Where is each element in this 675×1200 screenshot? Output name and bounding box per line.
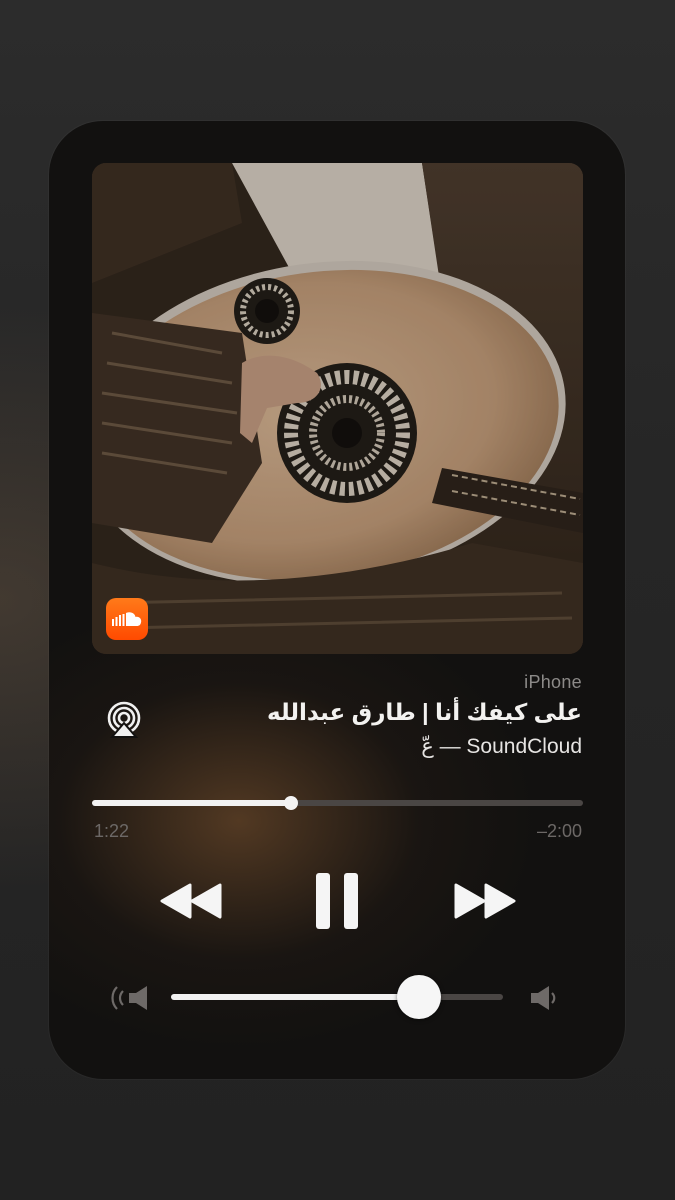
track-subtitle: عّ — SoundCloud xyxy=(421,735,582,758)
volume-slider[interactable] xyxy=(171,975,503,1019)
remaining-time: –2:00 xyxy=(536,821,582,841)
pause-button[interactable] xyxy=(307,871,367,931)
volume-fill xyxy=(171,994,419,1000)
rewind-icon xyxy=(160,883,222,919)
elapsed-time: 1:22 xyxy=(94,821,130,841)
fast-forward-button[interactable] xyxy=(449,871,519,931)
progress-fill xyxy=(92,800,292,806)
track-title: على كيفك أنا | طارق عبدالله xyxy=(267,699,582,725)
oud-artwork-image xyxy=(92,163,583,654)
fast-forward-icon xyxy=(454,883,516,919)
pause-icon xyxy=(316,873,358,929)
output-device-label: iPhone xyxy=(524,672,582,692)
airplay-icon[interactable] xyxy=(105,701,143,739)
playback-progress-bar[interactable] xyxy=(92,796,583,810)
volume-knob[interactable] xyxy=(397,975,441,1019)
volume-low-icon xyxy=(109,983,155,1013)
album-artwork[interactable] xyxy=(92,163,583,654)
soundcloud-icon xyxy=(106,598,148,640)
rewind-button[interactable] xyxy=(157,871,227,931)
volume-high-icon xyxy=(527,983,559,1013)
now-playing-card: iPhone على كيفك أنا | طارق عبدالله عّ — … xyxy=(49,121,625,1079)
progress-scrubber[interactable] xyxy=(284,796,299,810)
